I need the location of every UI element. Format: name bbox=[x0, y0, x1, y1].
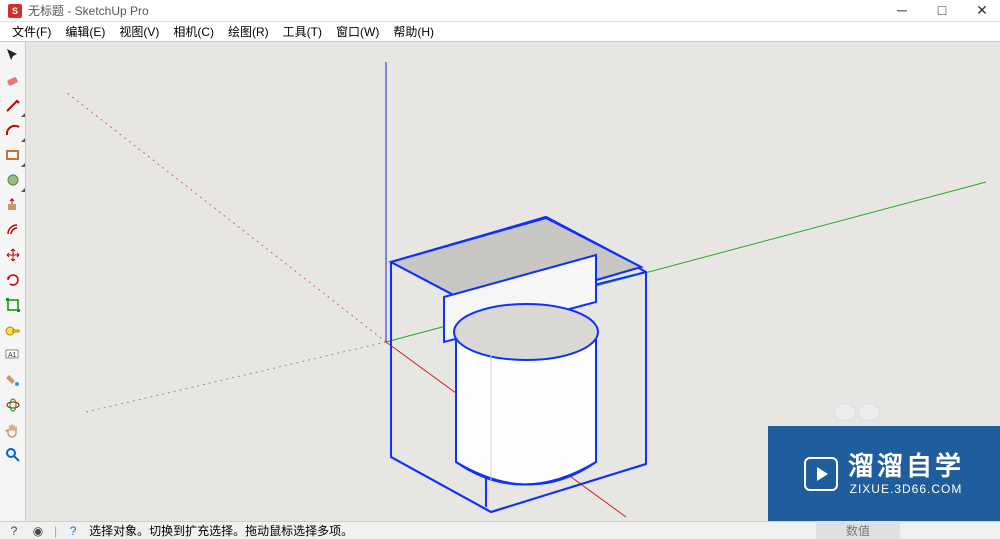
measurement-label: 数值 bbox=[816, 521, 900, 539]
cylinder-top bbox=[454, 304, 598, 360]
toolbar: A1 bbox=[0, 42, 26, 521]
close-button[interactable]: ✕ bbox=[972, 2, 992, 19]
tape-tool[interactable] bbox=[2, 319, 24, 341]
rectangle-tool[interactable] bbox=[2, 144, 24, 166]
menu-draw[interactable]: 绘图(R) bbox=[222, 21, 275, 42]
instructor-bubble-icon bbox=[834, 403, 880, 421]
watermark-url: ZIXUE.3D66.COM bbox=[850, 482, 963, 497]
titlebar: S 无标题 - SketchUp Pro ─ □ ✕ bbox=[0, 0, 1000, 22]
rotate-tool[interactable] bbox=[2, 269, 24, 291]
menu-camera[interactable]: 相机(C) bbox=[167, 21, 220, 42]
help-icon[interactable]: ? bbox=[6, 524, 22, 538]
status-text: 选择对象。切换到扩充选择。拖动鼠标选择多项。 bbox=[89, 522, 353, 539]
watermark: 溜溜自学 ZIXUE.3D66.COM bbox=[768, 426, 1000, 521]
text-tool[interactable]: A1 bbox=[2, 344, 24, 366]
axis-green-neg bbox=[86, 342, 386, 412]
offset-tool[interactable] bbox=[2, 219, 24, 241]
orbit-tool[interactable] bbox=[2, 394, 24, 416]
menu-help[interactable]: 帮助(H) bbox=[387, 21, 440, 42]
menu-view[interactable]: 视图(V) bbox=[113, 21, 165, 42]
arc-tool[interactable] bbox=[2, 119, 24, 141]
menubar: 文件(F) 编辑(E) 视图(V) 相机(C) 绘图(R) 工具(T) 窗口(W… bbox=[0, 22, 1000, 42]
paint-tool[interactable] bbox=[2, 369, 24, 391]
maximize-button[interactable]: □ bbox=[932, 2, 952, 19]
person-icon[interactable]: ◉ bbox=[30, 524, 46, 538]
menu-window[interactable]: 窗口(W) bbox=[330, 21, 385, 42]
scale-tool[interactable] bbox=[2, 294, 24, 316]
eraser-tool[interactable] bbox=[2, 69, 24, 91]
minimize-button[interactable]: ─ bbox=[892, 2, 912, 19]
window-title: 无标题 - SketchUp Pro bbox=[28, 2, 149, 19]
app-icon: S bbox=[8, 4, 22, 18]
menu-file[interactable]: 文件(F) bbox=[6, 21, 57, 42]
axis-red-neg bbox=[66, 92, 386, 342]
pushpull-tool[interactable] bbox=[2, 194, 24, 216]
info-icon[interactable]: ? bbox=[65, 524, 81, 538]
pan-tool[interactable] bbox=[2, 419, 24, 441]
menu-tools[interactable]: 工具(T) bbox=[277, 21, 328, 42]
svg-text:A1: A1 bbox=[8, 352, 17, 359]
watermark-brand: 溜溜自学 bbox=[848, 450, 964, 483]
select-tool[interactable] bbox=[2, 44, 24, 66]
move-tool[interactable] bbox=[2, 244, 24, 266]
window-controls: ─ □ ✕ bbox=[892, 2, 992, 19]
circle-tool[interactable] bbox=[2, 169, 24, 191]
menu-edit[interactable]: 编辑(E) bbox=[59, 21, 111, 42]
zoom-tool[interactable] bbox=[2, 444, 24, 466]
play-icon bbox=[804, 457, 838, 491]
line-tool[interactable] bbox=[2, 94, 24, 116]
